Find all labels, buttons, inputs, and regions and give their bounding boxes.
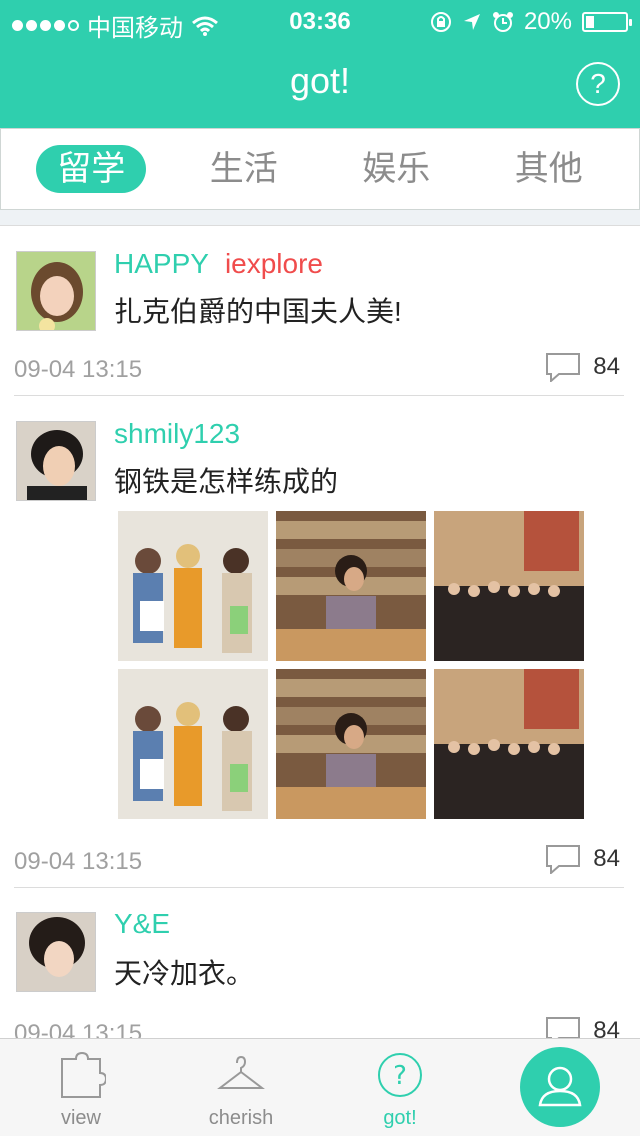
tab-view-label: view: [60, 1107, 101, 1129]
bottom-tab-bar: view cherish ? got!: [0, 1038, 640, 1136]
photo-thumbnail[interactable]: [276, 511, 426, 661]
comment-count: 84: [593, 353, 620, 380]
post-text[interactable]: 扎克伯爵的中国夫人美!: [114, 290, 402, 330]
post-text[interactable]: 钢铁是怎样练成的: [114, 460, 338, 500]
svg-text:?: ?: [393, 1061, 407, 1091]
rotation-lock-icon: [430, 12, 451, 32]
comment-icon: [546, 1017, 581, 1038]
post-time: 09-04 13:15: [14, 356, 143, 383]
post-text[interactable]: 天冷加衣。: [114, 952, 254, 992]
tab-study-abroad[interactable]: 留学: [36, 145, 147, 193]
photo-thumbnail[interactable]: [434, 669, 584, 819]
post-username[interactable]: shmily123: [114, 418, 240, 450]
comment-button[interactable]: 84: [545, 1016, 620, 1038]
avatar[interactable]: [16, 421, 96, 501]
hanger-icon: [217, 1055, 265, 1089]
photo-thumbnail[interactable]: [276, 669, 426, 819]
photo-grid: [118, 511, 584, 819]
photo-thumbnail[interactable]: [118, 511, 268, 661]
battery-label: 20%: [523, 8, 572, 35]
divider: [0, 210, 640, 226]
tab-cherish-label: cherish: [208, 1107, 274, 1129]
post-tag[interactable]: iexplore: [225, 248, 323, 280]
comment-count: 84: [593, 845, 620, 872]
tab-life[interactable]: 生活: [189, 145, 299, 193]
post-item[interactable]: Y&E 天冷加衣。 09-04 13:15 84: [14, 888, 624, 1038]
comment-icon: [546, 845, 581, 874]
avatar[interactable]: [16, 251, 96, 331]
photo-thumbnail[interactable]: [434, 511, 584, 661]
post-feed[interactable]: HAPPY iexplore 扎克伯爵的中国夫人美! 09-04 13:15 8…: [0, 226, 640, 1038]
top-bar: 中国移动 03:36 20% got! ?: [0, 0, 640, 128]
battery-icon: [582, 12, 632, 32]
post-item[interactable]: shmily123 钢铁是怎样练成的 09-04 13:15 84: [14, 396, 624, 888]
comment-count: 84: [593, 1017, 620, 1038]
post-username[interactable]: Y&E: [114, 908, 170, 940]
alarm-icon: [492, 12, 513, 32]
comment-button[interactable]: 84: [545, 352, 620, 382]
tab-view[interactable]: view: [55, 1051, 108, 1130]
tab-other[interactable]: 其他: [494, 145, 604, 193]
post-item[interactable]: HAPPY iexplore 扎克伯爵的中国夫人美! 09-04 13:15 8…: [14, 226, 624, 396]
comment-button[interactable]: 84: [545, 844, 620, 874]
tab-got[interactable]: ? got!: [374, 1051, 426, 1130]
status-bar: 中国移动 03:36 20%: [0, 0, 640, 42]
photo-thumbnail[interactable]: [118, 669, 268, 819]
post-time: 09-04 13:15: [14, 1020, 143, 1038]
tab-entertainment[interactable]: 娱乐: [341, 145, 451, 193]
post-username[interactable]: HAPPY: [114, 248, 209, 280]
question-icon: ?: [378, 1053, 422, 1097]
post-time: 09-04 13:15: [14, 848, 143, 875]
comment-icon: [546, 353, 581, 382]
tab-cherish[interactable]: cherish: [206, 1051, 276, 1130]
avatar[interactable]: [16, 912, 96, 992]
category-tabs: 留学 生活 娱乐 其他: [0, 128, 640, 210]
user-icon: [538, 1066, 582, 1107]
location-icon: [463, 14, 480, 30]
help-button[interactable]: ?: [576, 62, 620, 106]
puzzle-icon: [61, 1051, 108, 1098]
page-title: got!: [289, 60, 351, 101]
tab-got-label: got!: [383, 1107, 417, 1129]
profile-button[interactable]: [520, 1047, 600, 1127]
